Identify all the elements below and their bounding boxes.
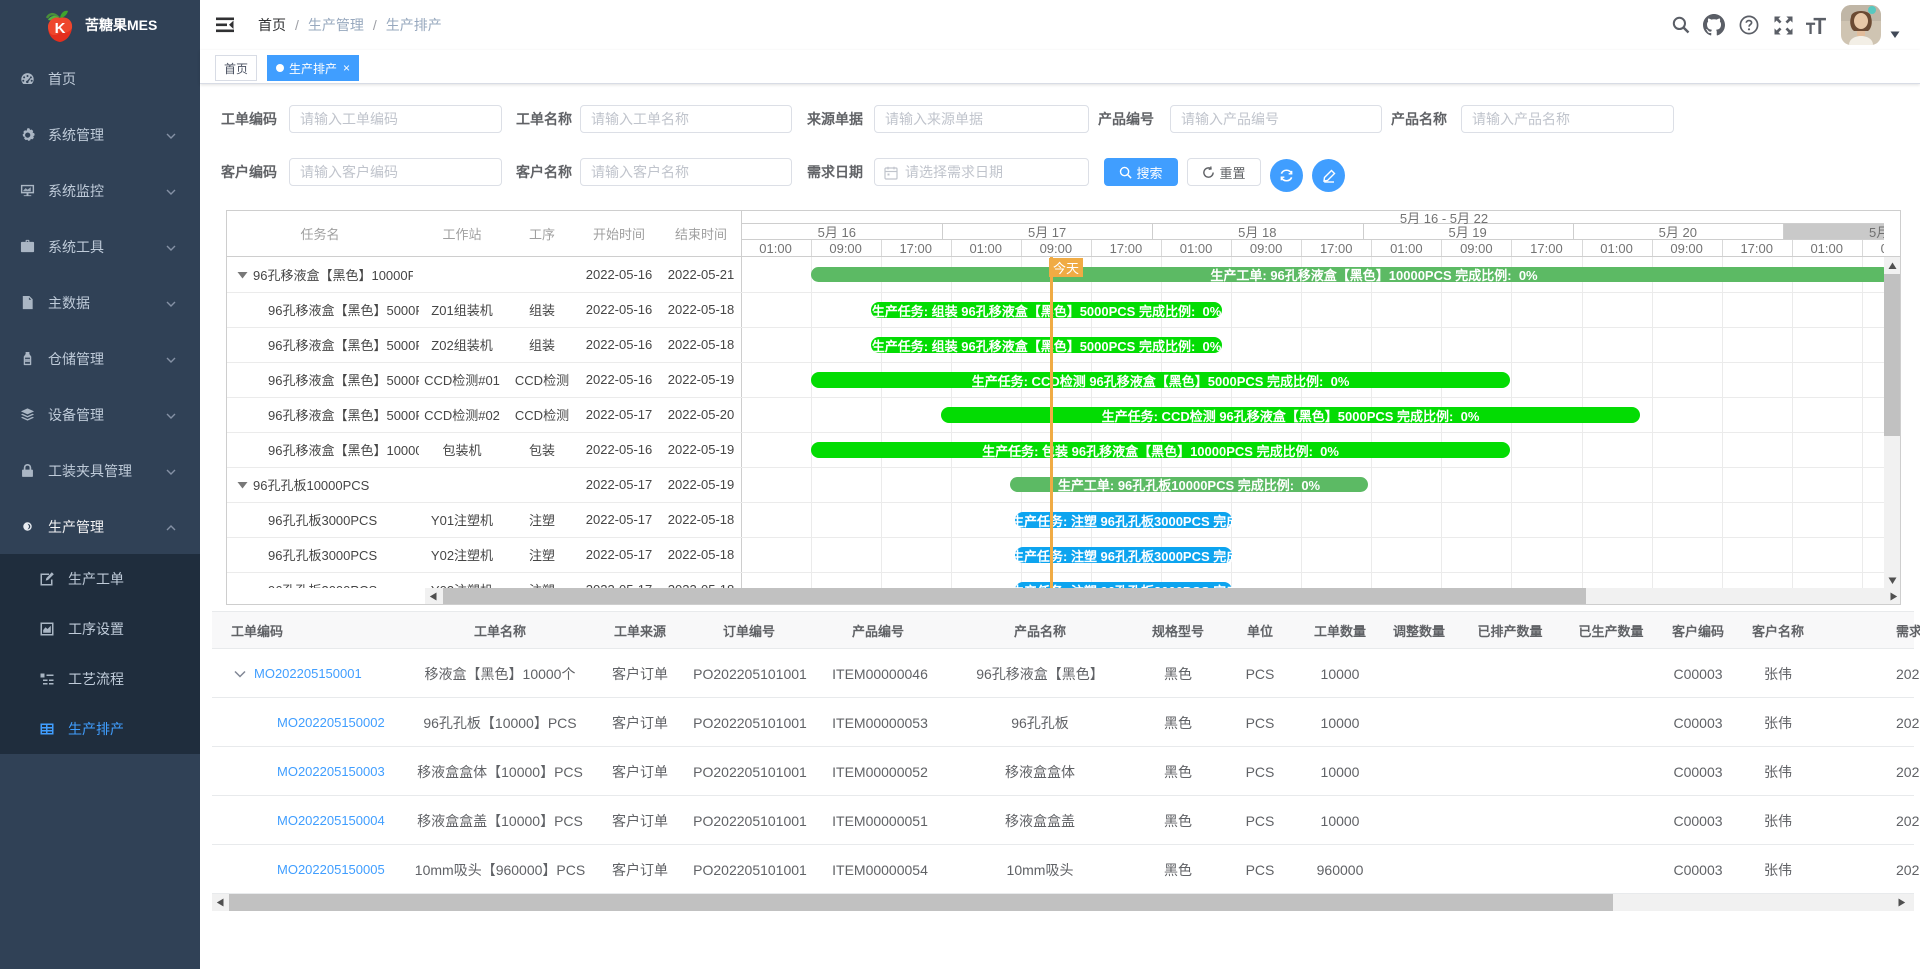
svg-text:K: K [55,20,66,37]
